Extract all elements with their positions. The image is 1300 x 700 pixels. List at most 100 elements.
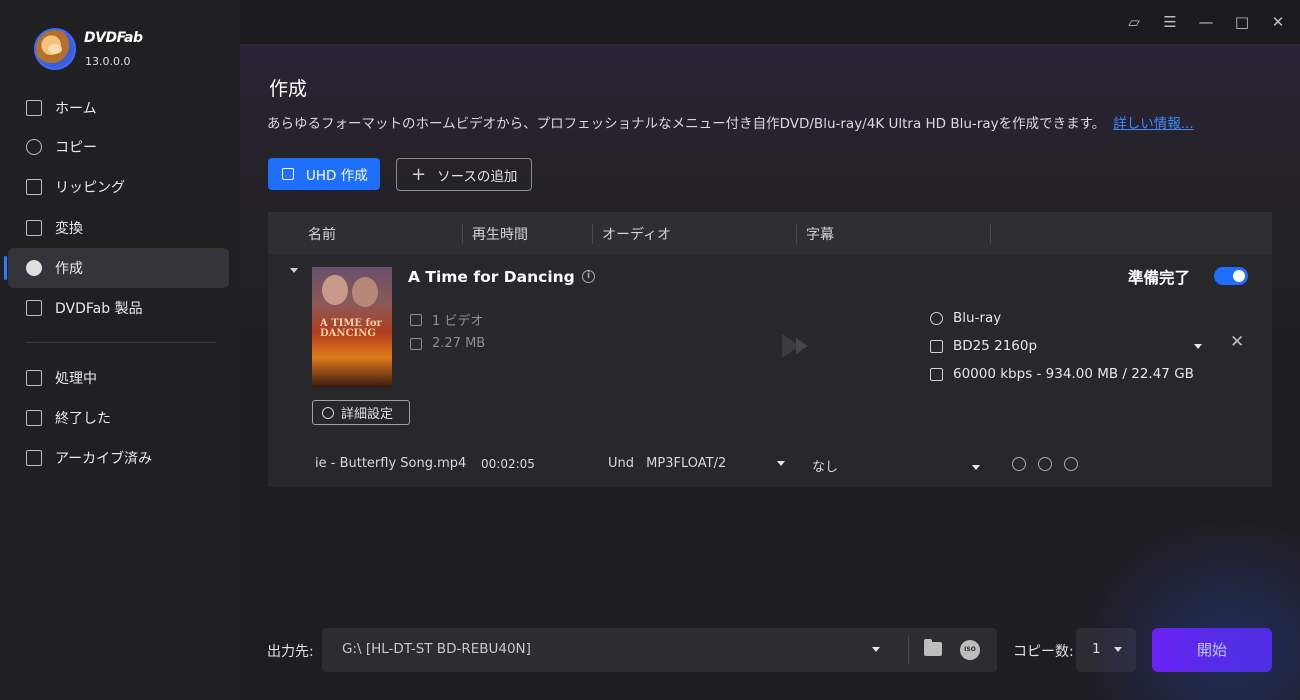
audio-language: Und [608, 456, 635, 471]
sidebar-item-label: ホーム [55, 101, 97, 117]
output-separator [908, 636, 909, 664]
page-title: 作成 [269, 78, 308, 100]
chevron-down-icon [972, 465, 981, 470]
more-info-link[interactable]: 詳しい情報... [1113, 116, 1193, 132]
column-header-duration: 再生時間 [472, 227, 528, 243]
export-icon [282, 168, 294, 180]
sidebar-item-label: 作成 [55, 261, 83, 277]
ripping-icon [26, 179, 42, 195]
column-header-name: 名前 [308, 227, 336, 243]
sidebar-item-label: 処理中 [55, 371, 97, 387]
folder-icon[interactable] [924, 639, 942, 656]
sidebar-item-label: DVDFab 製品 [55, 301, 143, 317]
start-button[interactable]: 開始 [1152, 628, 1272, 672]
iso-disc-icon [930, 311, 943, 325]
skin-icon[interactable]: ▱ [1124, 12, 1144, 32]
iso-icon[interactable]: ISO [960, 640, 980, 660]
copies-select[interactable]: 1 [1076, 628, 1136, 672]
source-table: 名前 再生時間 オーディオ 字幕 A TIME for DANCING A Ti… [268, 212, 1272, 487]
film-icon [26, 220, 42, 236]
video-count-text: 1 ビデオ [432, 314, 484, 329]
uhd-create-button[interactable]: UHD 作成 [268, 158, 380, 190]
chevron-down-icon [777, 461, 786, 466]
output-format: Blu-ray [930, 310, 1001, 326]
poster-face [352, 277, 378, 307]
track-filename: ie - Butterfly Song.mp4 [315, 456, 467, 471]
output-path-text: G:\ [HL-DT-ST BD-REBU40N] [342, 641, 531, 657]
sidebar-item-ripping[interactable]: リッピング [8, 167, 229, 207]
table-header: 名前 再生時間 オーディオ 字幕 [268, 212, 1272, 254]
movie-title: A Time for Dancing [408, 268, 575, 286]
column-header-subtitle: 字幕 [806, 227, 834, 243]
document-icon [930, 367, 943, 381]
archive-icon [26, 450, 42, 466]
app-window: DVDFab 13.0.0.0 ホーム コピー リッピング 変換 作成 DVDF… [0, 0, 1300, 700]
sidebar-divider [26, 342, 216, 343]
sidebar-item-processing[interactable]: 処理中 [8, 358, 229, 398]
search-icon[interactable] [1038, 457, 1052, 471]
track-duration: 00:02:05 [481, 457, 535, 471]
audio-codec: MP3FLOAT/2 [646, 456, 727, 471]
title-bar: ▱ ☰ — □ ✕ [240, 0, 1300, 44]
disc-icon [930, 339, 943, 353]
uhd-create-label: UHD 作成 [306, 168, 368, 184]
sidebar-item-label: コピー [55, 140, 97, 156]
sidebar-item-create[interactable]: 作成 [4, 248, 229, 288]
advanced-settings-label: 詳細設定 [341, 407, 394, 422]
page-description: あらゆるフォーマットのホームビデオから、プロフェッショナルなメニュー付き自作DV… [267, 112, 1194, 132]
remove-item-icon[interactable]: ✕ [1230, 332, 1244, 352]
maximize-icon[interactable]: □ [1232, 12, 1252, 32]
file-icon [410, 337, 422, 350]
sidebar-item-label: 変換 [55, 221, 83, 237]
output-format-text: Blu-ray [953, 310, 1002, 326]
movie-poster: A TIME for DANCING [312, 267, 392, 387]
sidebar-item-finished[interactable]: 終了した [8, 398, 229, 438]
sidebar-item-convert[interactable]: 変換 [8, 208, 229, 248]
output-path-select[interactable]: G:\ [HL-DT-ST BD-REBU40N] ISO [322, 628, 997, 672]
subtitle-dropdown[interactable]: なし [812, 456, 981, 475]
sidebar-item-copy[interactable]: コピー [8, 127, 229, 167]
output-bitrate: 60000 kbps - 934.00 MB / 22.47 GB [930, 366, 1194, 382]
column-header-audio: オーディオ [602, 227, 672, 243]
audio-dropdown[interactable]: Und MP3FLOAT/2 [608, 456, 786, 471]
copies-label: コピー数: [1013, 644, 1074, 660]
subtitle-value: なし [812, 460, 839, 475]
sidebar-item-archived[interactable]: アーカイブ済み [8, 438, 229, 478]
copies-value: 1 [1092, 641, 1101, 657]
video-icon [410, 313, 422, 326]
play-icon[interactable] [1012, 457, 1026, 471]
sidebar-item-label: アーカイブ済み [55, 451, 153, 467]
description-text: あらゆるフォーマットのホームビデオから、プロフェッショナルなメニュー付き自作DV… [267, 116, 1106, 132]
chevron-down-icon [1114, 647, 1122, 652]
sidebar-item-home[interactable]: ホーム [8, 88, 229, 128]
main-content: 作成 あらゆるフォーマットのホームビデオから、プロフェッショナルなメニュー付き自… [240, 44, 1300, 700]
info-icon[interactable]: i [582, 270, 595, 283]
disc-size-text: BD25 2160p [953, 338, 1038, 354]
column-separator [796, 224, 797, 244]
product-icon [26, 300, 42, 316]
home-icon [26, 100, 42, 116]
settings-icon [322, 406, 334, 419]
add-source-button[interactable]: + ソースの追加 [396, 158, 532, 191]
plus-icon: + [411, 163, 427, 185]
poster-face [322, 275, 348, 305]
enable-toggle[interactable] [1214, 267, 1248, 285]
finished-icon [26, 410, 42, 426]
menu-icon[interactable]: ☰ [1160, 12, 1180, 32]
close-icon[interactable]: ✕ [1268, 12, 1288, 32]
minimize-icon[interactable]: — [1196, 12, 1216, 32]
advanced-settings-button[interactable]: 詳細設定 [312, 400, 410, 425]
bitrate-text: 60000 kbps - 934.00 MB / 22.47 GB [953, 366, 1194, 382]
add-source-label: ソースの追加 [437, 168, 518, 185]
disc-size-dropdown[interactable]: BD25 2160p [930, 338, 1203, 354]
poster-title: A TIME for DANCING [320, 318, 382, 339]
output-label: 出力先: [267, 644, 314, 660]
app-version: 13.0.0.0 [85, 55, 131, 68]
sidebar-item-products[interactable]: DVDFab 製品 [8, 288, 229, 328]
remove-track-icon[interactable] [1064, 457, 1078, 471]
sidebar: DVDFab 13.0.0.0 ホーム コピー リッピング 変換 作成 DVDF… [0, 0, 240, 700]
collapse-toggle[interactable] [290, 268, 298, 273]
chevron-down-icon [872, 647, 880, 652]
dvdfab-logo [34, 28, 76, 70]
sidebar-item-label: リッピング [55, 180, 125, 196]
